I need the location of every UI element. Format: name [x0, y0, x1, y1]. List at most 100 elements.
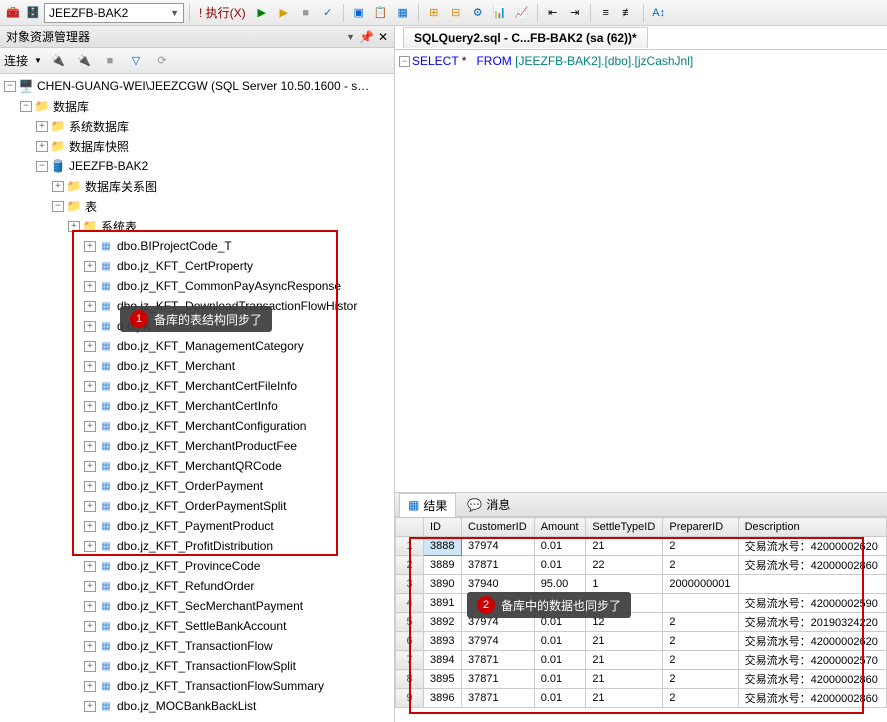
cell[interactable]: 2	[663, 689, 738, 708]
query-tab[interactable]: SQLQuery2.sql - C...FB-BAK2 (sa (62))*	[403, 27, 648, 48]
table-node[interactable]: +▦dbo.jz_KFT_MerchantQRCode	[0, 456, 394, 476]
results-grid-icon[interactable]: ▦	[393, 3, 413, 23]
cell[interactable]: 3895	[424, 670, 462, 689]
databases-folder[interactable]: −📁数据库	[0, 96, 394, 116]
table-row[interactable]: 23889378710.01222交易流水号：42000002860	[396, 556, 887, 575]
execute-button[interactable]: ▶	[252, 3, 272, 23]
refresh-icon[interactable]: ⟳	[152, 51, 172, 71]
cell[interactable]: 21	[586, 537, 663, 556]
indent-icon[interactable]: ⇤	[543, 3, 563, 23]
table-node[interactable]: +▦dbo.jz_KFT_TransactionFlowSplit	[0, 656, 394, 676]
table-node[interactable]: +▦dbo.jz_KFT_CommonPayAsyncResponse	[0, 276, 394, 296]
cell[interactable]: 2	[663, 651, 738, 670]
cell[interactable]: 0.01	[534, 632, 586, 651]
cell[interactable]: 37871	[462, 556, 535, 575]
active-database[interactable]: −🛢️JEEZFB-BAK2	[0, 156, 394, 176]
font-icon[interactable]: A↕	[649, 3, 669, 23]
intellisense-icon[interactable]: 📋	[371, 3, 391, 23]
cell[interactable]: 95.00	[534, 575, 586, 594]
uncomment-icon[interactable]: ⊟	[446, 3, 466, 23]
cell[interactable]: 3896	[424, 689, 462, 708]
outline-icon[interactable]: ▣	[349, 3, 369, 23]
debug-button[interactable]: ▶	[274, 3, 294, 23]
cell[interactable]: 3890	[424, 575, 462, 594]
cell[interactable]: 交易流水号：42000002590	[738, 594, 886, 613]
cell[interactable]: 3892	[424, 613, 462, 632]
disconnect-icon[interactable]: 🔌	[74, 51, 94, 71]
cell[interactable]: 2	[663, 613, 738, 632]
cell[interactable]: 2	[663, 556, 738, 575]
column-header[interactable]: ID	[424, 518, 462, 537]
column-header[interactable]: Amount	[534, 518, 586, 537]
table-node[interactable]: +▦dbo.jz_KFT_ManagementCategory	[0, 336, 394, 356]
cell[interactable]: 1	[586, 575, 663, 594]
cell[interactable]: 37871	[462, 651, 535, 670]
table-node[interactable]: +▦dbo.jz_KFT_Merchant	[0, 356, 394, 376]
cell[interactable]: 0.01	[534, 670, 586, 689]
include-stats-icon[interactable]: 📊	[490, 3, 510, 23]
table-row[interactable]: 83895378710.01212交易流水号：42000002860	[396, 670, 887, 689]
connect-label[interactable]: 连接	[4, 52, 28, 69]
include-plan-icon[interactable]: 📈	[512, 3, 532, 23]
cell[interactable]: 交易流水号：42000002860	[738, 670, 886, 689]
cell[interactable]: 交易流水号：42000002620	[738, 537, 886, 556]
column-header[interactable]: Description	[738, 518, 886, 537]
cell[interactable]	[738, 575, 886, 594]
diagrams-folder[interactable]: +📁数据库关系图	[0, 176, 394, 196]
cell[interactable]: 3894	[424, 651, 462, 670]
cell[interactable]: 0.01	[534, 556, 586, 575]
pin-icon[interactable]: 📌	[359, 30, 374, 44]
column-header[interactable]: SettleTypeID	[586, 518, 663, 537]
cell[interactable]: 21	[586, 651, 663, 670]
table-node[interactable]: +▦dbo.jz_KFT_RefundOrder	[0, 576, 394, 596]
table-node[interactable]: +▦dbo.jz_KFT_TransactionFlow	[0, 636, 394, 656]
cell[interactable]: 37871	[462, 689, 535, 708]
table-node[interactable]: +▦dbo.jz_KFT_CertProperty	[0, 256, 394, 276]
cell[interactable]: 交易流水号：42000002570	[738, 651, 886, 670]
table-node[interactable]: +▦dbo.jz_KFT_MerchantCertFileInfo	[0, 376, 394, 396]
table-row[interactable]: 338903794095.0012000000001	[396, 575, 887, 594]
chevron-down-icon[interactable]: ▼	[34, 56, 42, 65]
cell[interactable]: 交易流水号：20190324220	[738, 613, 886, 632]
table-node[interactable]: +▦dbo.jz_KFT_OrderPayment	[0, 476, 394, 496]
cell[interactable]: 2000000001	[663, 575, 738, 594]
parse-button[interactable]: ✓	[318, 3, 338, 23]
cell[interactable]: 2	[663, 632, 738, 651]
close-icon[interactable]: ✕	[378, 30, 388, 44]
table-node[interactable]: +▦dbo.jz_KFT_ProvinceCode	[0, 556, 394, 576]
cell[interactable]: 21	[586, 670, 663, 689]
cell[interactable]: 交易流水号：42000002620	[738, 632, 886, 651]
database-selector[interactable]: JEEZFB-BAK2 ▼	[44, 3, 184, 23]
server-node[interactable]: −🖥️CHEN-GUANG-WEI\JEEZCGW (SQL Server 10…	[0, 76, 394, 96]
filter-icon[interactable]: ▽	[126, 51, 146, 71]
cell[interactable]: 交易流水号：42000002860	[738, 689, 886, 708]
table-row[interactable]: 73894378710.01212交易流水号：42000002570	[396, 651, 887, 670]
specify-values-icon[interactable]: ⚙	[468, 3, 488, 23]
cell[interactable]: 3891	[424, 594, 462, 613]
cell[interactable]: 0.01	[534, 537, 586, 556]
cell[interactable]: 0.01	[534, 689, 586, 708]
change-type-icon[interactable]: 🗄️	[24, 4, 42, 22]
cell[interactable]: 2	[663, 670, 738, 689]
table-node[interactable]: +▦dbo.jz_MOCBankBackList	[0, 696, 394, 716]
cell[interactable]: 37974	[462, 632, 535, 651]
tables-folder[interactable]: −📁表	[0, 196, 394, 216]
table-row[interactable]: 13888379740.01212交易流水号：42000002620	[396, 537, 887, 556]
table-node[interactable]: +▦dbo.BIProjectCode_T	[0, 236, 394, 256]
column-header[interactable]: PreparerID	[663, 518, 738, 537]
table-node[interactable]: +▦dbo.jz_KFT_MerchantProductFee	[0, 436, 394, 456]
dropdown-icon[interactable]: ▼	[346, 32, 355, 42]
cell[interactable]: 21	[586, 689, 663, 708]
object-explorer-tree[interactable]: −🖥️CHEN-GUANG-WEI\JEEZCGW (SQL Server 10…	[0, 74, 394, 722]
system-tables[interactable]: +📁系统表	[0, 216, 394, 236]
table-row[interactable]: 93896378710.01212交易流水号：42000002860	[396, 689, 887, 708]
cell[interactable]: 37871	[462, 670, 535, 689]
results-tab[interactable]: ▦ 结果	[399, 493, 456, 518]
comment-out-icon[interactable]: ≡	[596, 3, 616, 23]
table-node[interactable]: +▦dbo.jz_KFT_TransactionFlowSummary	[0, 676, 394, 696]
outdent-icon[interactable]: ⇥	[565, 3, 585, 23]
system-databases[interactable]: +📁系统数据库	[0, 116, 394, 136]
cell[interactable]: 2	[663, 537, 738, 556]
collapse-region-icon[interactable]: −	[399, 56, 410, 67]
table-node[interactable]: +▦dbo.jz_KFT_PaymentProduct	[0, 516, 394, 536]
